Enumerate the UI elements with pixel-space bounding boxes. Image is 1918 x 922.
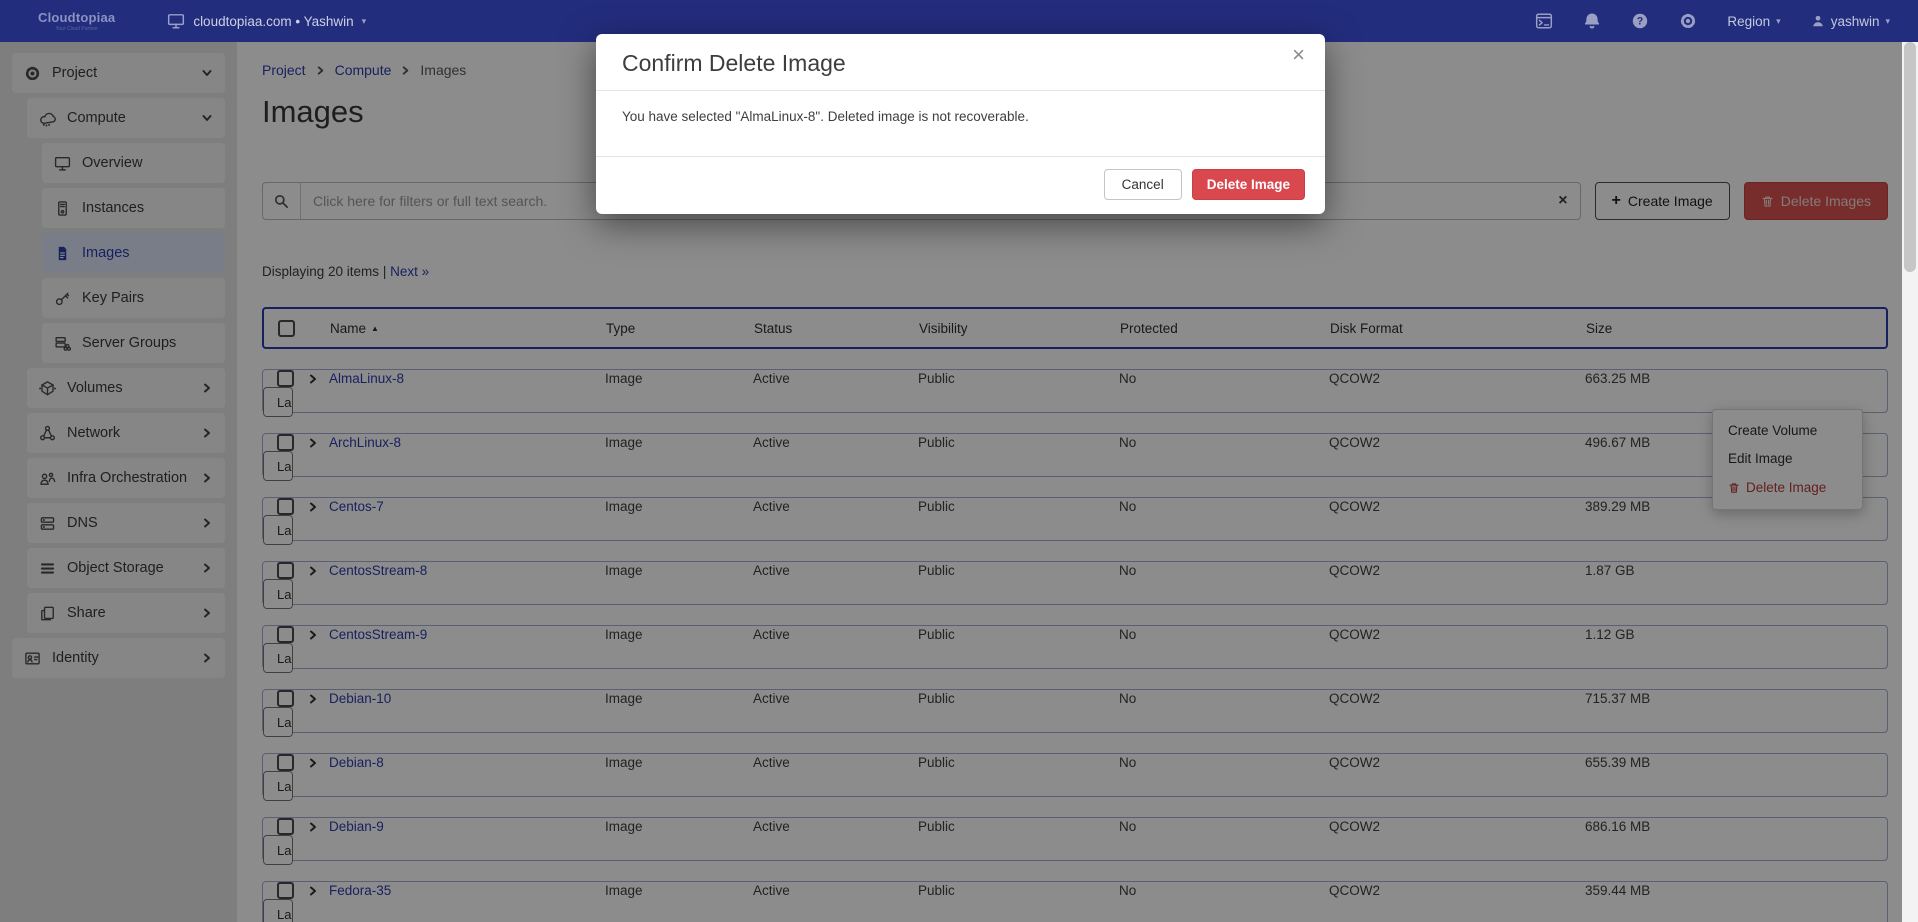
- cancel-button[interactable]: Cancel: [1104, 169, 1182, 200]
- region-dropdown[interactable]: Region ▾: [1727, 14, 1780, 29]
- console-button[interactable]: [1535, 12, 1553, 30]
- navbar-right: ? Region ▾ yashwin ▾: [1535, 12, 1918, 30]
- user-menu[interactable]: yashwin ▾: [1811, 14, 1890, 29]
- chevron-down-icon: ▾: [1885, 16, 1890, 27]
- delete-image-confirm-button[interactable]: Delete Image: [1192, 169, 1305, 200]
- confirm-delete-modal: Confirm Delete Image × You have selected…: [596, 34, 1325, 214]
- bell-icon: [1583, 12, 1601, 30]
- brand-logo-tagline: Your Cloud Partner: [38, 26, 115, 32]
- scrollbar-track[interactable]: [1902, 42, 1918, 922]
- username-label: yashwin: [1831, 14, 1880, 29]
- scrollbar-thumb[interactable]: [1904, 42, 1916, 272]
- help-icon: ?: [1631, 12, 1649, 30]
- svg-text:?: ?: [1637, 16, 1644, 28]
- domain-project-label: cloudtopiaa.com • Yashwin: [193, 14, 353, 29]
- modal-header: Confirm Delete Image ×: [596, 34, 1325, 91]
- modal-body: You have selected "AlmaLinux-8". Deleted…: [596, 91, 1325, 157]
- notifications-button[interactable]: [1583, 12, 1601, 30]
- gear-icon: [1679, 12, 1697, 30]
- domain-project-switcher[interactable]: cloudtopiaa.com • Yashwin ▾: [167, 12, 366, 30]
- user-icon: [1811, 14, 1825, 28]
- modal-title: Confirm Delete Image: [622, 50, 1299, 77]
- close-icon[interactable]: ×: [1292, 44, 1305, 66]
- chevron-down-icon: ▾: [362, 16, 367, 27]
- monitor-icon: [167, 12, 185, 30]
- modal-footer: Cancel Delete Image: [596, 157, 1325, 214]
- page: Cloudtopiaa Your Cloud Partner cloudtopi…: [0, 0, 1918, 922]
- region-label: Region: [1727, 14, 1770, 29]
- modal-message: You have selected "AlmaLinux-8". Deleted…: [622, 109, 1299, 124]
- settings-button[interactable]: [1679, 12, 1697, 30]
- chevron-down-icon: ▾: [1776, 16, 1781, 27]
- help-button[interactable]: ?: [1631, 12, 1649, 30]
- terminal-icon: [1535, 12, 1553, 30]
- brand-logo-text: Cloudtopiaa: [38, 10, 115, 25]
- brand-logo[interactable]: Cloudtopiaa Your Cloud Partner: [38, 10, 115, 32]
